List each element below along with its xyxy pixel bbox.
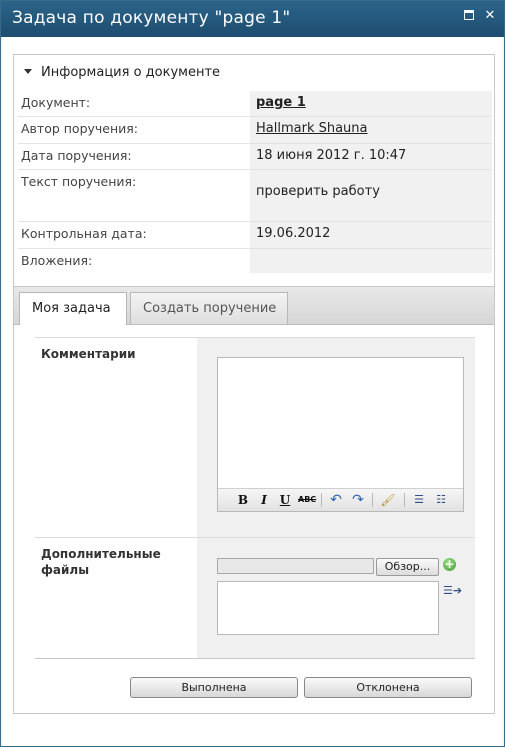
info-row-deadline: Контрольная дата: 19.06.2012 bbox=[18, 222, 492, 249]
undo-icon[interactable]: ↶ bbox=[328, 492, 344, 508]
author-link[interactable]: Hallmark Shauna bbox=[256, 121, 368, 136]
comments-label: Комментарии bbox=[41, 347, 136, 361]
document-info-table: Документ: page 1 Автор поручения: Hallma… bbox=[18, 91, 492, 273]
info-value-date: 18 июня 2012 г. 10:47 bbox=[250, 144, 492, 169]
italic-icon[interactable]: I bbox=[256, 492, 272, 508]
bold-icon[interactable]: B bbox=[235, 492, 251, 508]
info-value-author: Hallmark Shauna bbox=[250, 117, 492, 143]
info-value-attachments bbox=[250, 249, 492, 273]
triangle-down-icon bbox=[24, 69, 32, 74]
task-dialog: Задача по документу "page 1" ✕ Информаци… bbox=[0, 0, 505, 747]
attached-files-list[interactable] bbox=[217, 581, 439, 635]
files-label: Дополнительные файлы bbox=[41, 547, 161, 577]
dialog-body: Информация о документе Документ: page 1 … bbox=[3, 37, 502, 746]
info-row-document: Документ: page 1 bbox=[18, 91, 492, 117]
info-label-document: Документ: bbox=[21, 95, 91, 110]
info-label-text: Текст поручения: bbox=[21, 174, 137, 189]
info-row-author: Автор поручения: Hallmark Shauna bbox=[18, 117, 492, 144]
comments-editor: B I U ABC ↶ ↷ 🖌 ☰ ☷ bbox=[217, 357, 464, 512]
close-icon[interactable]: ✕ bbox=[483, 9, 497, 23]
browse-button[interactable]: Обзор... bbox=[376, 558, 439, 576]
info-row-text: Текст поручения: проверить работу bbox=[18, 170, 492, 222]
redo-icon[interactable]: ↷ bbox=[350, 492, 366, 508]
maximize-icon[interactable] bbox=[463, 9, 477, 23]
tab-create-assignment[interactable]: Создать поручение bbox=[130, 292, 288, 324]
tab-strip: Моя задача Создать поручение bbox=[14, 287, 494, 325]
task-text: проверить работу bbox=[256, 184, 380, 199]
info-value-text: проверить работу bbox=[250, 170, 492, 221]
document-info-title: Информация о документе bbox=[41, 65, 221, 80]
info-value-document: page 1 bbox=[250, 91, 492, 116]
bulleted-list-icon[interactable]: ☰ bbox=[411, 492, 427, 508]
info-label-author: Автор поручения: bbox=[21, 121, 139, 136]
dialog-title: Задача по документу "page 1" bbox=[12, 8, 291, 28]
info-label-date: Дата поручения: bbox=[21, 148, 132, 163]
info-label-attachments: Вложения: bbox=[21, 253, 93, 268]
info-label-deadline: Контрольная дата: bbox=[21, 226, 147, 241]
clear-format-icon[interactable]: 🖌 bbox=[380, 492, 396, 508]
file-path-input[interactable] bbox=[217, 558, 374, 574]
attach-list-icon[interactable]: ☰➔ bbox=[443, 584, 462, 598]
task-panel: Моя задача Создать поручение Комментарии… bbox=[13, 286, 495, 714]
toolbar-separator bbox=[372, 493, 373, 507]
task-form: Комментарии B I U ABC ↶ ↷ 🖌 ☰ ☷ Дополнит… bbox=[35, 337, 475, 659]
document-info-panel: Информация о документе Документ: page 1 … bbox=[13, 54, 495, 312]
done-button[interactable]: Выполнена bbox=[130, 677, 298, 698]
numbered-list-icon[interactable]: ☷ bbox=[433, 492, 449, 508]
info-row-attachments: Вложения: bbox=[18, 249, 492, 273]
title-bar: Задача по документу "page 1" ✕ bbox=[1, 1, 504, 37]
comments-field: B I U ABC ↶ ↷ 🖌 ☰ ☷ bbox=[197, 338, 475, 537]
files-field: Обзор... + ☰➔ bbox=[197, 538, 475, 658]
add-file-icon[interactable]: + bbox=[443, 558, 456, 571]
comments-textarea[interactable] bbox=[218, 358, 463, 489]
comments-row: Комментарии B I U ABC ↶ ↷ 🖌 ☰ ☷ bbox=[35, 337, 475, 537]
toolbar-separator bbox=[404, 493, 405, 507]
toolbar-separator bbox=[321, 493, 322, 507]
reject-button[interactable]: Отклонена bbox=[304, 677, 472, 698]
info-value-deadline: 19.06.2012 bbox=[250, 222, 492, 248]
strikethrough-icon[interactable]: ABC bbox=[298, 492, 316, 508]
editor-toolbar: B I U ABC ↶ ↷ 🖌 ☰ ☷ bbox=[218, 488, 463, 511]
document-link[interactable]: page 1 bbox=[256, 95, 306, 110]
underline-icon[interactable]: U bbox=[277, 492, 293, 508]
files-row: Дополнительные файлы Обзор... + ☰➔ bbox=[35, 537, 475, 659]
tab-my-task[interactable]: Моя задача bbox=[19, 292, 127, 325]
info-row-date: Дата поручения: 18 июня 2012 г. 10:47 bbox=[18, 144, 492, 170]
document-info-header[interactable]: Информация о документе bbox=[24, 65, 220, 80]
